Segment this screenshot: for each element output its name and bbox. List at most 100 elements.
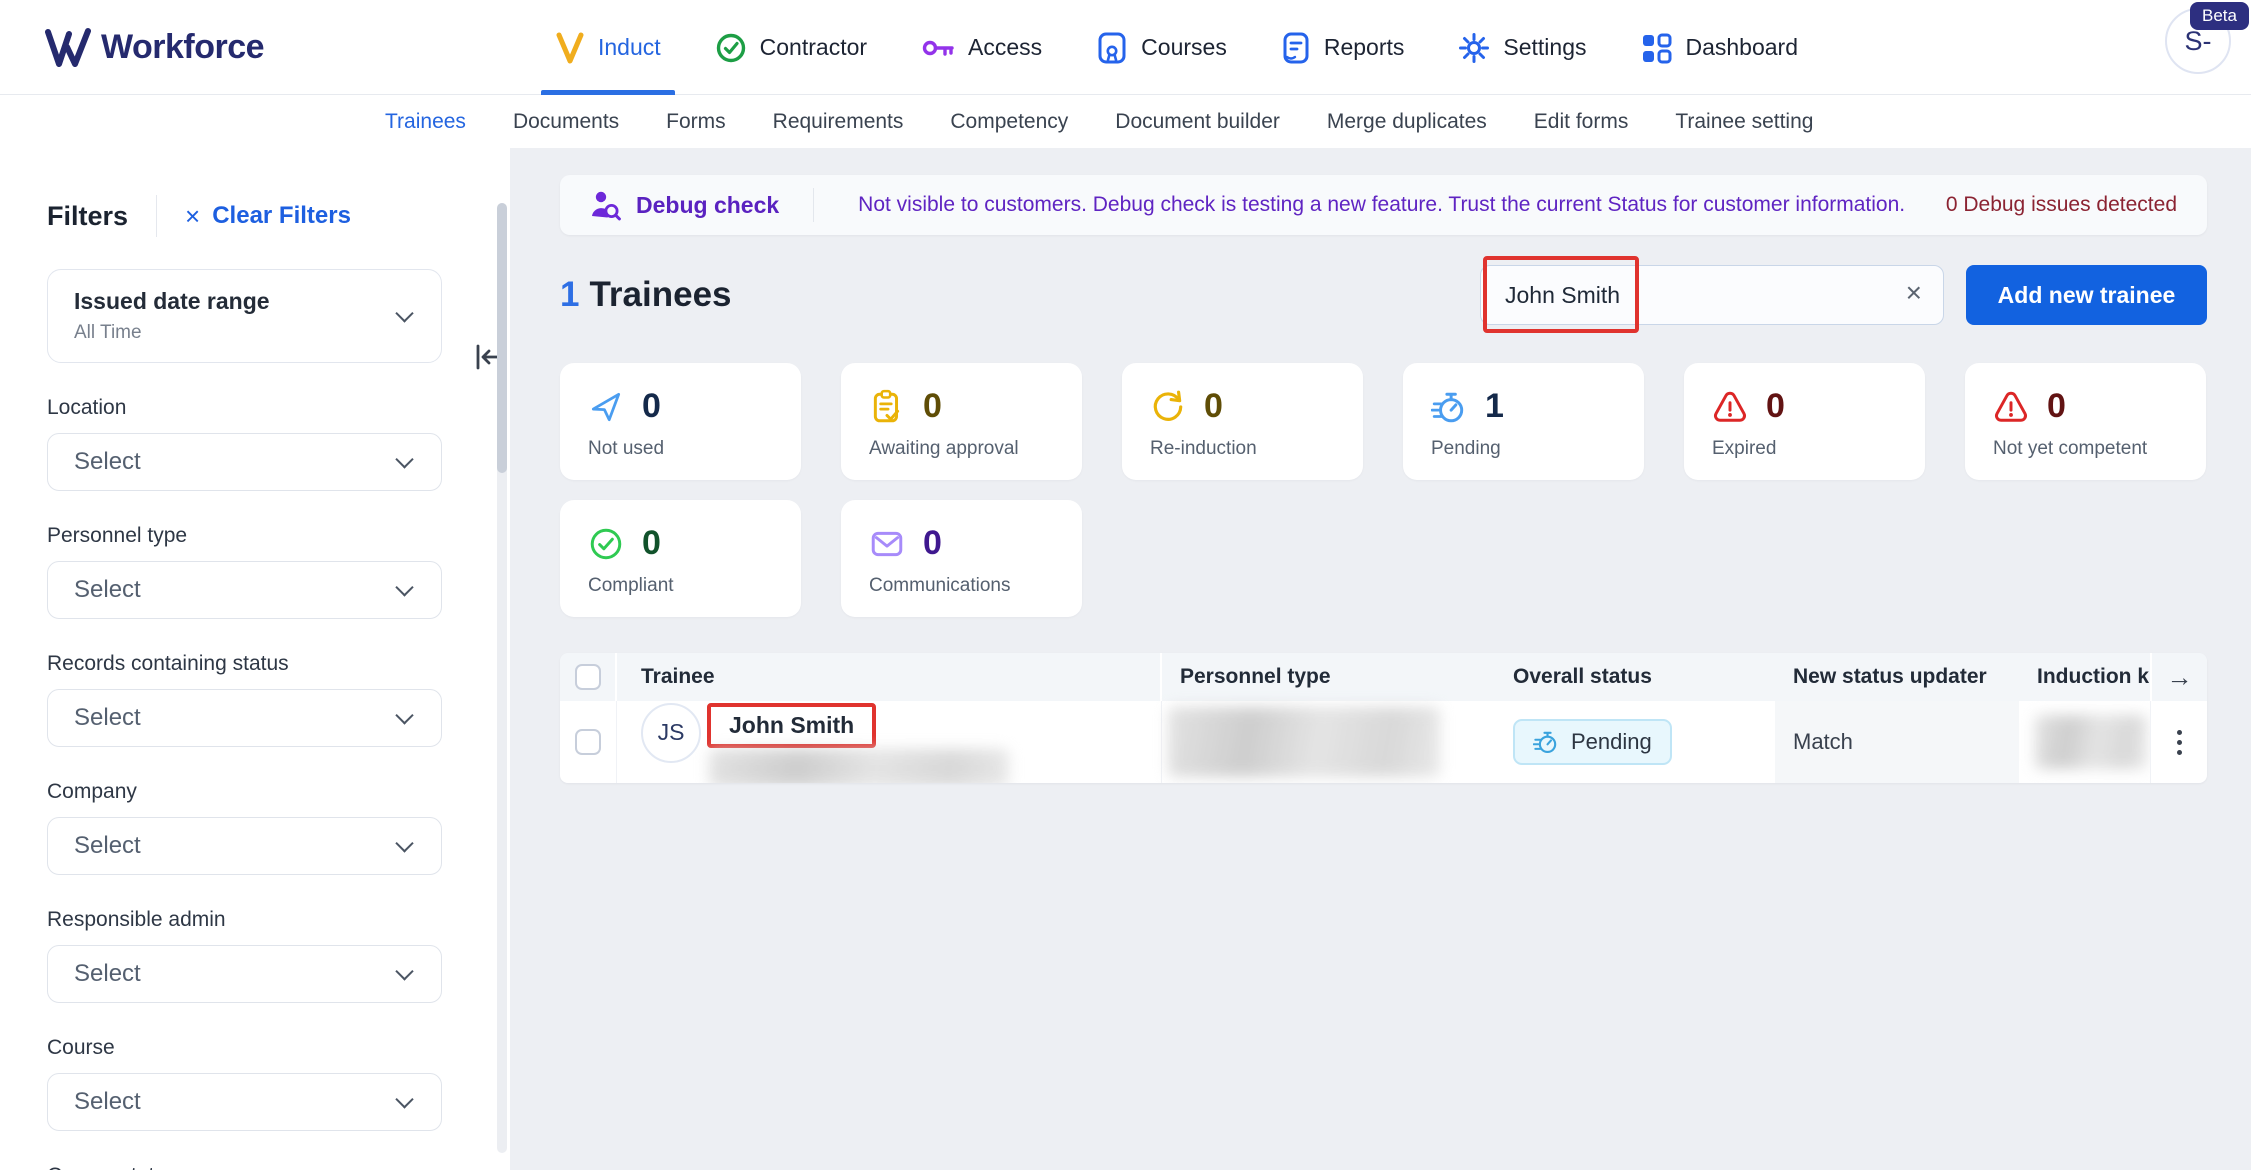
filters-title: Filters — [47, 200, 129, 231]
redacted-trainee-detail — [709, 748, 1009, 783]
filter-label-course: Course — [47, 1036, 115, 1059]
search-input[interactable] — [1480, 265, 1944, 325]
tab-merge-duplicates[interactable]: Merge duplicates — [1327, 110, 1487, 134]
nav-item-induct[interactable]: Induct — [541, 0, 675, 95]
nav-item-courses[interactable]: Courses — [1096, 0, 1227, 95]
nav-item-reports[interactable]: Reports — [1281, 0, 1404, 95]
nav-item-dashboard[interactable]: Dashboard — [1640, 0, 1798, 95]
workforce-logo-icon — [45, 27, 91, 67]
nav-item-contractor[interactable]: Contractor — [715, 0, 867, 95]
filter-label-records-status: Records containing status — [47, 652, 289, 675]
pending-stopwatch-icon — [1533, 731, 1557, 754]
tab-competency[interactable]: Competency — [950, 110, 1068, 134]
filter-label-location: Location — [47, 396, 127, 419]
courses-icon — [1098, 32, 1126, 63]
column-header-induction[interactable]: Induction k — [2019, 653, 2150, 701]
card-awaiting-approval[interactable]: 0 Awaiting approval — [841, 363, 1082, 480]
pending-status-badge[interactable]: Pending — [1513, 719, 1672, 765]
filter-label-company: Company — [47, 780, 137, 803]
new-status-updater-value: Match — [1793, 729, 1853, 754]
card-not-used[interactable]: 0 Not used — [560, 363, 801, 480]
debug-check-message: Not visible to customers. Debug check is… — [858, 193, 1906, 216]
not-used-send-icon — [591, 392, 621, 421]
table-row[interactable]: JS John Smith Pending Match — [560, 701, 2207, 783]
sidebar-scrollbar[interactable] — [497, 203, 507, 1153]
user-avatar[interactable]: S- Beta — [2165, 2, 2249, 74]
trainee-count: 1 — [560, 275, 580, 314]
top-navigation-bar: Workforce Induct Contractor Access Cours… — [0, 0, 2251, 95]
course-select[interactable]: Select — [47, 1073, 442, 1131]
filter-label-responsible-admin: Responsible admin — [47, 908, 226, 931]
tab-requirements[interactable]: Requirements — [773, 110, 904, 134]
column-header-trainee[interactable]: Trainee — [617, 653, 1162, 701]
compliant-check-circle-icon — [590, 528, 622, 559]
debug-check-banner: Debug check Not visible to customers. De… — [560, 175, 2207, 235]
page-title: 1 Trainees — [560, 275, 732, 314]
filter-label-course-status: Course status — [47, 1164, 442, 1170]
scroll-right-arrow-icon[interactable]: → — [2167, 662, 2193, 693]
card-communications[interactable]: 0 Communications — [841, 500, 1082, 617]
chevron-down-icon — [395, 706, 414, 725]
tab-edit-forms[interactable]: Edit forms — [1534, 110, 1629, 134]
chevron-down-icon — [395, 834, 414, 853]
personnel-type-select[interactable]: Select — [47, 561, 442, 619]
induct-icon — [556, 32, 584, 63]
trainees-table: Trainee Personnel type Overall status Ne… — [560, 653, 2207, 783]
not-yet-competent-warning-icon — [1995, 391, 2027, 422]
divider — [813, 188, 815, 222]
company-select[interactable]: Select — [47, 817, 442, 875]
kebab-menu-icon[interactable] — [2176, 729, 2182, 755]
issued-date-range-filter[interactable]: Issued date range All Time — [47, 269, 442, 363]
column-header-personnel-type[interactable]: Personnel type — [1162, 653, 1495, 701]
add-new-trainee-button[interactable]: Add new trainee — [1966, 265, 2207, 325]
issued-date-range-value: All Time — [74, 322, 142, 343]
chevron-down-icon — [395, 450, 414, 469]
card-re-induction[interactable]: 0 Re-induction — [1122, 363, 1363, 480]
responsible-admin-select[interactable]: Select — [47, 945, 442, 1003]
card-expired[interactable]: 0 Expired — [1684, 363, 1925, 480]
main-nav: Induct Contractor Access Courses Reports… — [541, 0, 1798, 95]
brand-wordmark: Workforce — [101, 28, 265, 66]
redacted-personnel-type — [1168, 707, 1440, 777]
access-key-icon — [922, 40, 954, 56]
beta-badge: Beta — [2190, 2, 2249, 30]
pending-stopwatch-icon — [1431, 392, 1464, 422]
re-induction-refresh-icon — [1153, 390, 1183, 421]
contractor-icon — [716, 33, 745, 62]
chevron-down-icon — [395, 962, 414, 981]
workforce-logo[interactable]: Workforce — [45, 0, 265, 95]
trainee-search: × — [1480, 256, 1944, 333]
nav-item-settings[interactable]: Settings — [1458, 0, 1586, 95]
clear-filters-button[interactable]: × Clear Filters — [185, 202, 351, 230]
tab-document-builder[interactable]: Document builder — [1115, 110, 1280, 134]
sidebar-scrollbar-thumb[interactable] — [497, 203, 507, 473]
card-pending[interactable]: 1 Pending — [1403, 363, 1644, 480]
debug-issues-count: 0 Debug issues detected — [1945, 193, 2177, 216]
clear-filters-x-icon: × — [185, 201, 201, 231]
debug-check-icon — [592, 191, 621, 221]
card-not-yet-competent[interactable]: 0 Not yet competent — [1965, 363, 2206, 480]
table-header-row: Trainee Personnel type Overall status Ne… — [560, 653, 2207, 701]
issued-date-range-label: Issued date range — [74, 288, 270, 314]
select-all-checkbox[interactable] — [574, 664, 601, 690]
tab-trainee-setting[interactable]: Trainee setting — [1675, 110, 1813, 134]
dashboard-grid-icon — [1643, 33, 1672, 63]
status-cards: 0 Not used 0 Awaiting approval 0 Re-indu… — [560, 363, 2250, 617]
filters-sidebar: Filters × Clear Filters Issued date rang… — [0, 148, 510, 1170]
search-clear-icon[interactable]: × — [1906, 279, 1922, 307]
filter-label-personnel-type: Personnel type — [47, 524, 188, 547]
chevron-down-icon — [395, 1090, 414, 1109]
row-checkbox[interactable] — [575, 729, 601, 755]
nav-item-access[interactable]: Access — [921, 0, 1042, 95]
location-select[interactable]: Select — [47, 433, 442, 491]
column-header-overall-status[interactable]: Overall status — [1495, 653, 1775, 701]
column-header-new-status-updater[interactable]: New status updater — [1775, 653, 2019, 701]
records-containing-status-select[interactable]: Select — [47, 689, 442, 747]
tab-documents[interactable]: Documents — [513, 110, 619, 134]
card-compliant[interactable]: 0 Compliant — [560, 500, 801, 617]
redacted-induction-value — [2035, 715, 2147, 769]
tab-trainees[interactable]: Trainees — [385, 110, 466, 134]
trainee-name-annotated[interactable]: John Smith — [707, 702, 877, 748]
module-sub-navigation: Trainees Documents Forms Requirements Co… — [0, 95, 2251, 148]
tab-forms[interactable]: Forms — [666, 110, 726, 134]
